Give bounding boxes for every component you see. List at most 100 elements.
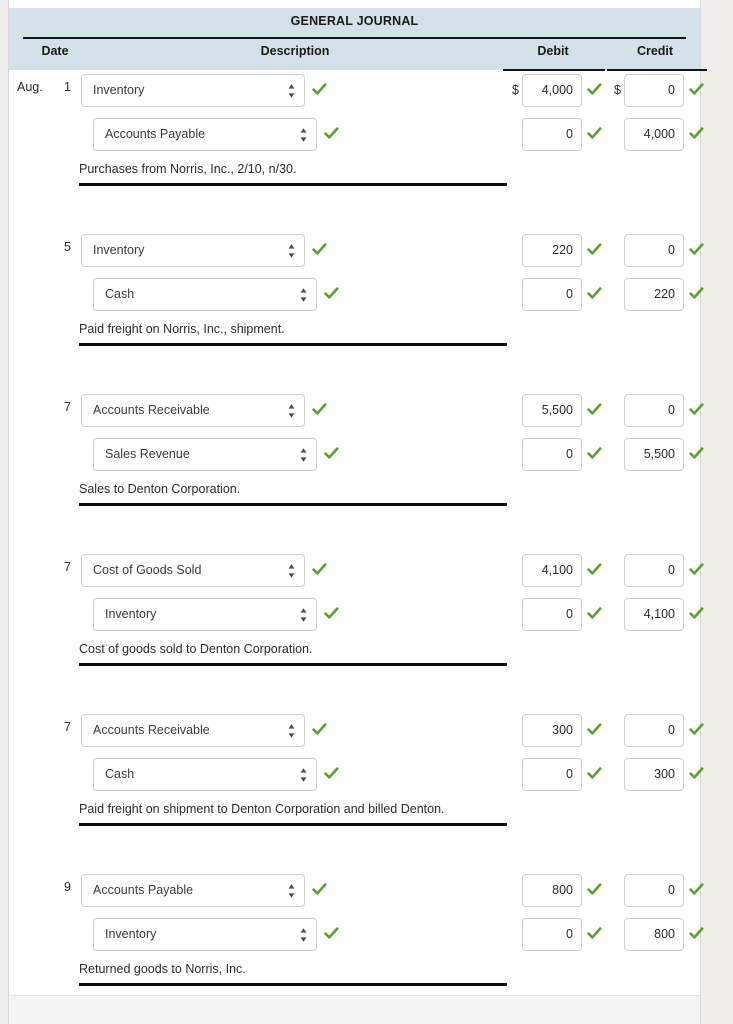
credit-value: 0: [668, 883, 675, 897]
credit-input[interactable]: 0: [624, 234, 684, 267]
credit-value: 0: [668, 403, 675, 417]
debit-input[interactable]: 300: [522, 714, 582, 747]
credit-input[interactable]: 0: [624, 74, 684, 107]
account-select[interactable]: Inventory: [81, 74, 305, 107]
account-select-value: Inventory: [93, 83, 145, 97]
check-icon: [324, 926, 339, 941]
credit-value: 4,100: [643, 607, 675, 621]
credit-input[interactable]: 300: [624, 758, 684, 791]
journal-title: GENERAL JOURNAL: [290, 14, 419, 28]
credit-value: 0: [668, 723, 675, 737]
debit-input[interactable]: 220: [522, 234, 582, 267]
column-header-description: Description: [260, 44, 330, 58]
check-icon: [587, 882, 602, 897]
credit-value: 220: [654, 287, 675, 301]
credit-input[interactable]: 4,100: [624, 598, 684, 631]
updown-arrows-icon: [299, 447, 308, 463]
debit-input[interactable]: 5,500: [522, 394, 582, 427]
debit-value: 0: [566, 607, 573, 621]
check-icon: [689, 242, 704, 257]
entry-memo: Paid freight on shipment to Denton Corpo…: [79, 802, 445, 816]
credit-input[interactable]: 800: [624, 918, 684, 951]
updown-arrows-icon: [287, 243, 296, 259]
debit-input[interactable]: 800: [522, 874, 582, 907]
account-select[interactable]: Inventory: [93, 918, 317, 951]
debit-input[interactable]: 0: [522, 598, 582, 631]
account-select[interactable]: Accounts Receivable: [81, 394, 305, 427]
account-select-value: Cost of Goods Sold: [93, 563, 202, 577]
check-icon: [689, 766, 704, 781]
credit-input[interactable]: 5,500: [624, 438, 684, 471]
account-select-value: Inventory: [93, 243, 145, 257]
credit-input[interactable]: 4,000: [624, 118, 684, 151]
check-icon: [689, 926, 704, 941]
credit-input[interactable]: 0: [624, 394, 684, 427]
check-icon: [324, 766, 339, 781]
journal-entry: 7 Cost of Goods Sold 4,100 0 Inventory 0 4,100…: [9, 550, 704, 710]
entry-memo: Purchases from Norris, Inc., 2/10, n/30.: [79, 162, 297, 176]
credit-value: 300: [654, 767, 675, 781]
debit-value: 0: [566, 127, 573, 141]
journal-line: Accounts Payable 0 4,000: [9, 118, 704, 158]
column-header-credit: Credit: [636, 44, 674, 58]
check-icon: [689, 606, 704, 621]
account-select[interactable]: Cash: [93, 758, 317, 791]
check-icon: [587, 242, 602, 257]
check-icon: [312, 562, 327, 577]
check-icon: [587, 722, 602, 737]
debit-input[interactable]: 0: [522, 438, 582, 471]
journal-header: GENERAL JOURNAL Date Description Debit C…: [9, 8, 707, 71]
column-header-date: Date: [41, 44, 69, 58]
account-select[interactable]: Accounts Payable: [81, 874, 305, 907]
check-icon: [312, 722, 327, 737]
account-select[interactable]: Inventory: [93, 598, 317, 631]
account-select-value: Sales Revenue: [105, 447, 190, 461]
debit-input[interactable]: 0: [522, 758, 582, 791]
check-icon: [324, 606, 339, 621]
check-icon: [312, 402, 327, 417]
credit-input[interactable]: 0: [624, 714, 684, 747]
journal-line: Cash 0 300: [9, 758, 704, 798]
debit-input[interactable]: 4,000: [522, 74, 582, 107]
credit-value: 5,500: [643, 447, 675, 461]
check-icon: [689, 882, 704, 897]
journal-page: GENERAL JOURNAL Date Description Debit C…: [0, 0, 733, 1024]
check-icon: [587, 286, 602, 301]
journal-line: Inventory $ $4,000 0: [9, 74, 704, 114]
updown-arrows-icon: [287, 563, 296, 579]
debit-input[interactable]: 4,100: [522, 554, 582, 587]
account-select[interactable]: Cost of Goods Sold: [81, 554, 305, 587]
check-icon: [587, 606, 602, 621]
credit-input[interactable]: 220: [624, 278, 684, 311]
credit-input[interactable]: 0: [624, 874, 684, 907]
account-select[interactable]: Accounts Receivable: [81, 714, 305, 747]
check-icon: [689, 126, 704, 141]
account-select-value: Cash: [105, 287, 135, 301]
account-select[interactable]: Inventory: [81, 234, 305, 267]
check-icon: [324, 286, 339, 301]
credit-value: 0: [668, 243, 675, 257]
account-select[interactable]: Cash: [93, 278, 317, 311]
journal-line: Cost of Goods Sold 4,100 0: [9, 554, 704, 594]
title-rule: [23, 37, 686, 39]
debit-input[interactable]: 0: [522, 918, 582, 951]
check-icon: [587, 446, 602, 461]
check-icon: [587, 562, 602, 577]
account-select[interactable]: Accounts Payable: [93, 118, 317, 151]
debit-value: 0: [566, 927, 573, 941]
account-select[interactable]: Sales Revenue: [93, 438, 317, 471]
credit-currency-symbol: $: [614, 83, 621, 97]
journal-panel: GENERAL JOURNAL Date Description Debit C…: [8, 0, 707, 1024]
check-icon: [324, 126, 339, 141]
credit-value: 0: [668, 563, 675, 577]
credit-input[interactable]: 0: [624, 554, 684, 587]
journal-line: Accounts Receivable 300 0: [9, 714, 704, 754]
panel-bottom-strip: [9, 995, 700, 1024]
updown-arrows-icon: [287, 883, 296, 899]
debit-value: 0: [566, 287, 573, 301]
debit-value: 4,100: [541, 563, 573, 577]
debit-input[interactable]: 0: [522, 278, 582, 311]
check-icon: [312, 882, 327, 897]
updown-arrows-icon: [299, 607, 308, 623]
debit-input[interactable]: 0: [522, 118, 582, 151]
